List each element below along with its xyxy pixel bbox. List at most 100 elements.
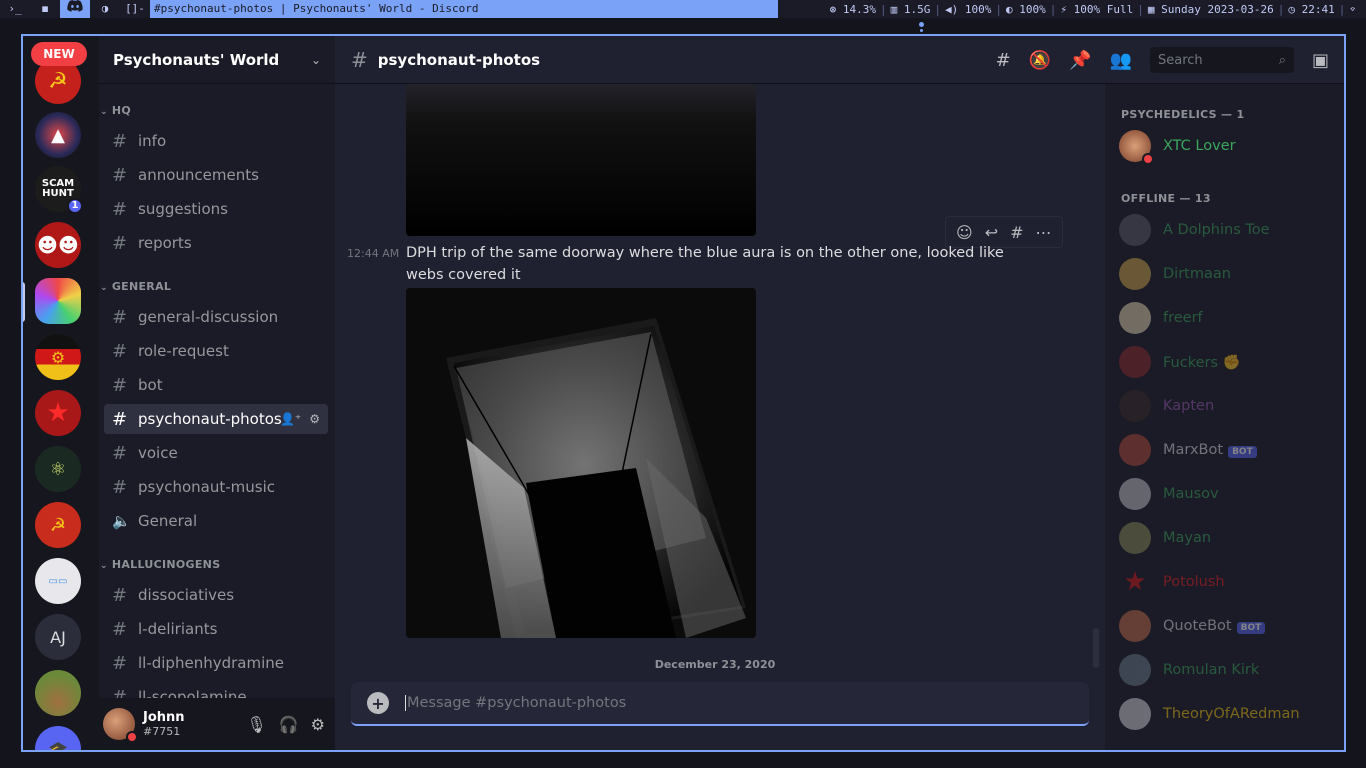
bot-tag: BOT bbox=[1236, 622, 1266, 634]
server-icon-portraits[interactable]: ☻☻ bbox=[35, 222, 81, 268]
add-reaction-icon[interactable]: ☺ bbox=[956, 223, 973, 242]
add-attachment-icon[interactable]: + bbox=[367, 692, 389, 714]
microphone-icon[interactable]: 🎙 bbox=[246, 715, 266, 734]
channel-psychonaut-photos[interactable]: # psychonaut-photos 👤⁺ ⚙ bbox=[104, 404, 328, 434]
member-quotebot[interactable]: QuoteBot BOT bbox=[1119, 608, 1266, 644]
server-icon-atom[interactable]: ⚛ bbox=[35, 446, 81, 492]
message-composer[interactable]: + Message #psychonaut-photos bbox=[351, 682, 1089, 726]
server-icon-cookie[interactable] bbox=[35, 670, 81, 716]
memory-usage: 1.5G bbox=[903, 2, 931, 16]
hash-icon: # bbox=[112, 584, 128, 606]
gear-icon[interactable]: ⚙ bbox=[309, 412, 320, 426]
hash-icon: # bbox=[112, 198, 128, 220]
layout-icon[interactable]: []- bbox=[120, 0, 150, 18]
hash-icon: # bbox=[112, 652, 128, 674]
more-icon[interactable]: ⋯ bbox=[1036, 223, 1052, 242]
member-mayan[interactable]: Mayan bbox=[1119, 520, 1211, 556]
members-icon[interactable]: 👥 bbox=[1110, 50, 1132, 71]
channel-ll-diphenhydramine[interactable]: # ll-diphenhydramine bbox=[104, 648, 328, 678]
server-icon-aj[interactable]: AJ bbox=[35, 614, 81, 660]
volume-icon[interactable]: ◀) 100% bbox=[941, 3, 995, 16]
chevron-down-icon[interactable]: ⌄ bbox=[311, 53, 321, 67]
server-icon-psychonauts-world[interactable] bbox=[35, 278, 81, 324]
channel-l-deliriants[interactable]: # l-deliriants bbox=[104, 614, 328, 644]
fist-emoji-icon: ✊ bbox=[1222, 354, 1241, 371]
channel-general-discussion[interactable]: # general-discussion bbox=[104, 302, 328, 332]
channel-reports[interactable]: # reports bbox=[104, 228, 328, 258]
server-icon-flag[interactable]: ⚙ bbox=[35, 334, 81, 380]
server-icon-red-star[interactable]: ★ bbox=[35, 390, 81, 436]
hash-icon: # bbox=[112, 340, 128, 362]
threads-icon[interactable]: # bbox=[996, 50, 1011, 71]
avatar bbox=[1119, 478, 1151, 510]
member-potolush[interactable]: ★ Potolush bbox=[1119, 564, 1224, 600]
system-status-bar: ›_ ◼ ◑ []- #psychonaut-photos | Psychona… bbox=[0, 0, 1366, 18]
inbox-icon[interactable]: ▣ bbox=[1312, 50, 1329, 71]
guild-header[interactable]: Psychonauts' World ⌄ bbox=[99, 36, 335, 84]
channel-role-request[interactable]: # role-request bbox=[104, 336, 328, 366]
category-general[interactable]: ⌄ GENERAL bbox=[99, 280, 171, 293]
workspace-indicator-small bbox=[920, 29, 923, 32]
notification-badge: 1 bbox=[67, 198, 83, 214]
member-freerf[interactable]: freerf bbox=[1119, 300, 1203, 336]
pin-icon[interactable]: 📌 bbox=[1069, 50, 1091, 71]
server-icon-book[interactable]: ☭ bbox=[35, 502, 81, 548]
settings-gear-icon[interactable]: ⚙ bbox=[311, 715, 325, 734]
server-icon-screenshot[interactable]: ▭▭ bbox=[35, 558, 81, 604]
member-fuckers[interactable]: Fuckers ✊ bbox=[1119, 344, 1241, 380]
member-marxbot[interactable]: MarxBot BOT bbox=[1119, 432, 1257, 468]
channel-announcements[interactable]: # announcements bbox=[104, 160, 328, 190]
avatar bbox=[1119, 434, 1151, 466]
member-romulan-kirk[interactable]: Romulan Kirk bbox=[1119, 652, 1259, 688]
avatar bbox=[1119, 214, 1151, 246]
server-icon-graduation[interactable]: 🎓 bbox=[35, 726, 81, 750]
invite-icon[interactable]: 👤⁺ bbox=[280, 412, 301, 426]
hash-icon: # bbox=[112, 130, 128, 152]
channel-bot[interactable]: # bot bbox=[104, 370, 328, 400]
channel-suggestions[interactable]: # suggestions bbox=[104, 194, 328, 224]
browser-icon[interactable]: ◑ bbox=[90, 0, 120, 18]
member-list: PSYCHEDELICS — 1 XTC Lover OFFLINE — 13 … bbox=[1105, 84, 1344, 750]
discord-icon[interactable] bbox=[60, 0, 90, 18]
member-a-dolphins-toe[interactable]: A Dolphins Toe bbox=[1119, 212, 1270, 248]
create-thread-icon[interactable]: # bbox=[1010, 223, 1023, 242]
previous-image-attachment[interactable] bbox=[406, 84, 756, 236]
avatar bbox=[1119, 302, 1151, 334]
chat-area: # psychonaut-photos # 🔕 📌 👥 Search ⌕ ▣ ☺… bbox=[335, 36, 1344, 750]
hash-icon: # bbox=[112, 374, 128, 396]
server-icon-triangle[interactable]: ▲ bbox=[35, 112, 81, 158]
headphones-icon[interactable]: 🎧 bbox=[279, 715, 299, 734]
member-xtc-lover[interactable]: XTC Lover bbox=[1119, 128, 1236, 165]
category-hallucinogens[interactable]: ⌄ HALLUCINOGENS bbox=[99, 558, 220, 571]
user-panel: Johnn #7751 🎙 🎧 ⚙ bbox=[99, 698, 335, 750]
category-hq[interactable]: ⌄ HQ bbox=[99, 104, 131, 117]
member-dirtmaan[interactable]: Dirtmaan bbox=[1119, 256, 1231, 292]
search-input[interactable]: Search ⌕ bbox=[1149, 47, 1294, 73]
scrollbar[interactable] bbox=[1093, 628, 1099, 668]
image-attachment[interactable] bbox=[406, 288, 756, 638]
channel-info[interactable]: # info bbox=[104, 126, 328, 156]
wifi-icon[interactable]: ⌔ bbox=[1345, 3, 1360, 16]
message-text: DPH trip of the same doorway where the b… bbox=[406, 245, 1004, 283]
server-icon-scam-hunters[interactable]: SCAM HUNT 1 bbox=[35, 166, 83, 214]
user-info[interactable]: Johnn #7751 bbox=[143, 710, 185, 738]
avatar[interactable] bbox=[103, 708, 138, 743]
member-theoryofaredman[interactable]: TheoryOfARedman bbox=[1119, 696, 1300, 732]
channel-dissociatives[interactable]: # dissociatives bbox=[104, 580, 328, 610]
role-header-psychedelics: PSYCHEDELICS — 1 bbox=[1121, 108, 1245, 121]
hash-icon: # bbox=[112, 408, 128, 430]
active-window-title: #psychonaut-photos | Psychonauts' World … bbox=[150, 0, 778, 18]
hash-icon: # bbox=[112, 476, 128, 498]
video-icon[interactable]: ◼ bbox=[30, 0, 60, 18]
terminal-icon[interactable]: ›_ bbox=[0, 0, 30, 18]
reply-icon[interactable]: ↩ bbox=[985, 223, 998, 242]
hash-icon: # bbox=[112, 618, 128, 640]
member-mausov[interactable]: Mausov bbox=[1119, 476, 1219, 512]
member-kapten[interactable]: Kapten bbox=[1119, 388, 1214, 424]
channel-voice[interactable]: # voice bbox=[104, 438, 328, 468]
voice-channel-general[interactable]: 🔈 General bbox=[104, 506, 328, 536]
channel-psychonaut-music[interactable]: # psychonaut-music bbox=[104, 472, 328, 502]
avatar bbox=[1119, 698, 1151, 730]
mute-bell-icon[interactable]: 🔕 bbox=[1029, 50, 1051, 71]
channel-title: psychonaut-photos bbox=[377, 50, 541, 69]
